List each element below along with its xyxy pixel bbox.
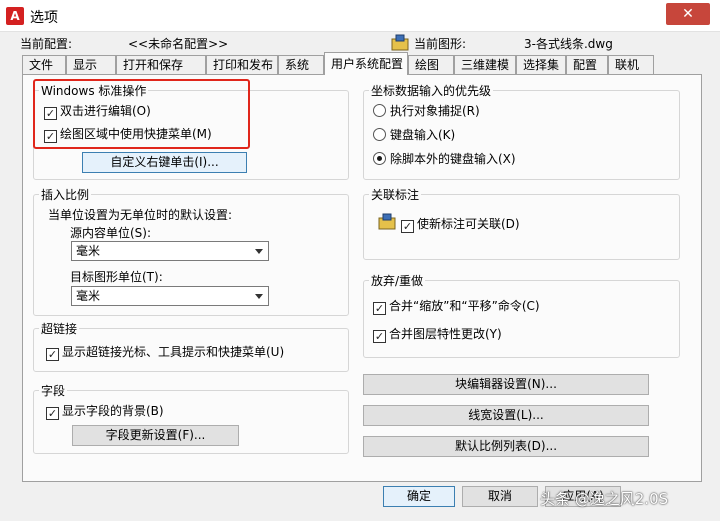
insert-scale-title: 插入比例	[39, 186, 92, 203]
coord-priority-title: 坐标数据输入的优先级	[369, 82, 494, 99]
autocad-app-icon: A	[6, 7, 24, 25]
insert-scale-subtitle: 当单位设置为无单位时的默认设置:	[48, 208, 233, 222]
field-update-settings-button[interactable]: 字段更新设置(F)...	[72, 425, 239, 446]
tab-files[interactable]: 文件	[22, 55, 66, 74]
hyperlink-cursor-row[interactable]: ✓ 显示超链接光标、工具提示和快捷菜单(U)	[46, 344, 285, 361]
current-drawing-label: 当前图形:	[414, 37, 467, 51]
coord-option-keyboard[interactable]: 键盘输入(K)	[373, 127, 455, 143]
field-background-checkbox[interactable]: ✓	[46, 407, 59, 420]
radio-osnap[interactable]	[373, 104, 386, 117]
tab-open-save[interactable]: 打开和保存	[116, 55, 206, 74]
coord-option-keyboard-label: 键盘输入(K)	[390, 128, 456, 142]
chevron-down-icon	[255, 294, 263, 299]
tab-plot-publish[interactable]: 打印和发布	[206, 55, 278, 74]
drawing-file-icon	[391, 34, 409, 51]
hyperlink-cursor-label: 显示超链接光标、工具提示和快捷菜单(U)	[62, 345, 285, 359]
cancel-button[interactable]: 取消	[462, 486, 538, 507]
assoc-dim-row[interactable]: ✓ 使新标注可关联(D)	[401, 216, 520, 233]
radio-keyboard[interactable]	[373, 128, 386, 141]
custom-right-click-button[interactable]: 自定义右键单击(I)...	[82, 152, 247, 173]
watermark: 头条 @逸之风2.0S	[540, 490, 669, 508]
hyperlink-cursor-checkbox[interactable]: ✓	[46, 348, 59, 361]
current-profile-label: 当前配置:	[20, 37, 73, 51]
assoc-dim-title: 关联标注	[369, 186, 422, 203]
target-units-label: 目标图形单位(T):	[70, 270, 163, 284]
lineweight-settings-button[interactable]: 线宽设置(L)...	[363, 405, 649, 426]
tab-online[interactable]: 联机	[608, 55, 654, 74]
current-profile-value: <<未命名配置>>	[128, 37, 229, 51]
annotation-highlight-box	[33, 79, 250, 149]
coord-option-keyboard-except-scripts-label: 除脚本外的键盘输入(X)	[390, 152, 516, 166]
combine-zoom-pan-row[interactable]: ✓ 合并“缩放”和“平移”命令(C)	[373, 298, 540, 315]
tab-drafting[interactable]: 绘图	[408, 55, 454, 74]
tab-3d-modeling[interactable]: 三维建模	[454, 55, 516, 74]
tab-display[interactable]: 显示	[66, 55, 116, 74]
field-background-label: 显示字段的背景(B)	[62, 404, 164, 418]
source-units-value: 毫米	[76, 244, 101, 258]
combine-layer-checkbox[interactable]: ✓	[373, 330, 386, 343]
combine-layer-row[interactable]: ✓ 合并图层特性更改(Y)	[373, 326, 502, 343]
undo-redo-title: 放弃/重做	[369, 272, 426, 289]
coord-option-osnap[interactable]: 执行对象捕捉(R)	[373, 103, 480, 119]
tab-system[interactable]: 系统	[278, 55, 324, 74]
close-button[interactable]: ✕	[666, 3, 710, 25]
target-units-select[interactable]: 毫米	[71, 286, 269, 306]
hyperlink-title: 超链接	[39, 320, 80, 337]
block-editor-settings-button[interactable]: 块编辑器设置(N)...	[363, 374, 649, 395]
coord-option-keyboard-except-scripts[interactable]: 除脚本外的键盘输入(X)	[373, 151, 516, 167]
assoc-dim-checkbox[interactable]: ✓	[401, 220, 414, 233]
chevron-down-icon	[255, 249, 263, 254]
current-drawing-value: 3-各式线条.dwg	[524, 37, 613, 51]
source-units-label: 源内容单位(S):	[70, 226, 152, 240]
undo-redo-group: 放弃/重做	[363, 272, 680, 358]
window-title: 选项	[30, 10, 58, 26]
default-scale-list-button[interactable]: 默认比例列表(D)...	[363, 436, 649, 457]
target-units-value: 毫米	[76, 289, 101, 303]
tab-selection[interactable]: 选择集	[516, 55, 566, 74]
radio-keyboard-except-scripts[interactable]	[373, 152, 386, 165]
assoc-dim-label: 使新标注可关联(D)	[417, 217, 520, 231]
title-bar: A 选项 ✕	[0, 0, 720, 32]
combine-zoom-pan-label: 合并“缩放”和“平移”命令(C)	[389, 299, 540, 313]
fields-title: 字段	[39, 382, 68, 399]
associative-dimension-icon	[378, 213, 396, 230]
field-background-row[interactable]: ✓ 显示字段的背景(B)	[46, 403, 164, 420]
combine-zoom-pan-checkbox[interactable]: ✓	[373, 302, 386, 315]
combine-layer-label: 合并图层特性更改(Y)	[389, 327, 502, 341]
tab-profiles[interactable]: 配置	[566, 55, 608, 74]
ok-button[interactable]: 确定	[383, 486, 455, 507]
coord-option-osnap-label: 执行对象捕捉(R)	[390, 104, 480, 118]
source-units-select[interactable]: 毫米	[71, 241, 269, 261]
tab-user-preferences[interactable]: 用户系统配置	[324, 52, 408, 75]
